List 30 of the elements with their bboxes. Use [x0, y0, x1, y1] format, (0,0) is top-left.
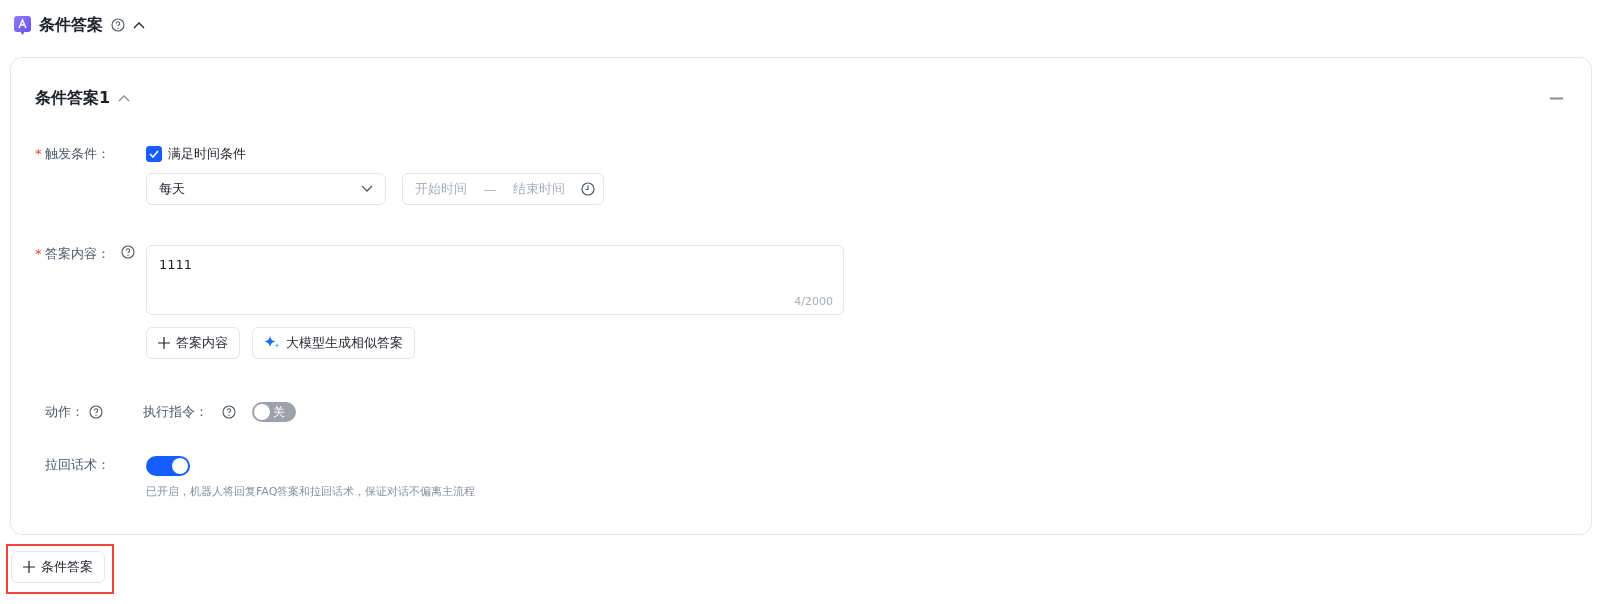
- clock-icon: [581, 182, 595, 196]
- field-label: 动作：: [44, 403, 85, 421]
- hint-text: 已开启，机器人将回复FAQ答案和拉回话术，保证对话不偏离主流程: [146, 484, 476, 499]
- answer-textarea[interactable]: 1111 4/2000: [146, 245, 844, 315]
- chevron-icon[interactable]: [361, 185, 373, 193]
- check-icon: [149, 150, 159, 158]
- chevron-icon[interactable]: [133, 21, 145, 29]
- character-counter: 4/2000: [794, 295, 833, 308]
- help-icon[interactable]: [121, 245, 135, 259]
- app-logo-icon: [14, 15, 31, 35]
- section-title: 条件答案: [39, 14, 103, 36]
- add-answer-button[interactable]: 答案内容: [146, 327, 240, 359]
- field-label: * 答案内容：: [35, 245, 111, 263]
- plus-icon: [23, 561, 35, 573]
- field-label: 执行指令：: [142, 403, 208, 421]
- field-label: * 触发条件：: [35, 145, 111, 163]
- card-title: 条件答案1: [35, 87, 111, 109]
- help-icon[interactable]: [89, 405, 103, 419]
- time-condition-checkbox[interactable]: 满足时间条件: [146, 145, 604, 163]
- sparkle-icon: [264, 336, 280, 350]
- help-icon[interactable]: [222, 405, 236, 419]
- minus-icon[interactable]: [1550, 96, 1563, 100]
- plus-icon: [158, 337, 170, 349]
- help-icon[interactable]: [111, 18, 125, 32]
- frequency-select[interactable]: 每天: [146, 173, 386, 205]
- generate-answer-button[interactable]: 大模型生成相似答案: [252, 327, 415, 359]
- add-condition-button[interactable]: 条件答案: [11, 551, 105, 583]
- pullback-toggle[interactable]: [146, 456, 190, 476]
- field-label: 拉回话术：: [44, 456, 111, 474]
- checkbox[interactable]: [146, 146, 162, 162]
